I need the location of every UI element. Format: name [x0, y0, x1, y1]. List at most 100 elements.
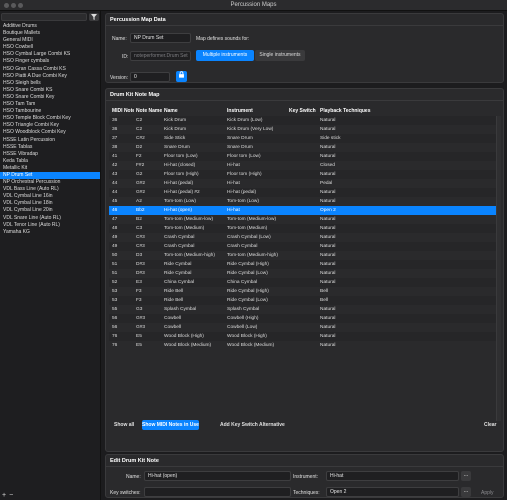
col-name[interactable]: Name [162, 107, 225, 116]
table-scrollbar[interactable] [496, 116, 501, 421]
list-item[interactable]: VDL Snare Line (Auto RL) [0, 215, 100, 222]
list-item[interactable]: VDL Tenor Line (Auto RL) [0, 222, 100, 229]
cell-note-name: E5 [136, 343, 142, 348]
table-row[interactable]: 51 D#3 Ride Cymbal Ride Cymbal (High) Natura… [109, 260, 499, 269]
key-switches-field[interactable] [144, 487, 291, 497]
single-instruments-button[interactable]: Single instruments [255, 50, 305, 61]
multiple-instruments-button[interactable]: Multiple instruments [196, 50, 254, 61]
techniques-field[interactable]: Open 2 [326, 487, 459, 497]
table-row[interactable]: 44 G#2 Hi-hat (pedal) Hi-hat Pedal [109, 179, 499, 188]
list-item[interactable]: HSO Triangle Combi Key [0, 122, 100, 129]
plus-icon[interactable]: + [2, 492, 6, 499]
list-item[interactable]: VDL Cymbal Line 20in [0, 207, 100, 214]
list-item[interactable]: HSO Snare Combi Key [0, 94, 100, 101]
table-row[interactable]: 55 G3 Splash Cymbal Splash Cymbal Natural [109, 305, 499, 314]
table-row[interactable]: 49 C#3 Crash Cymbal Crash Cymbal (Low) Natur… [109, 233, 499, 242]
list-item[interactable]: HSO Cymbal Large Combi KS [0, 51, 100, 58]
edit-note-header: Edit Drum Kit Note [106, 455, 503, 467]
cell-instrument: Wood Block (Medium) [227, 343, 275, 348]
show-all-button[interactable]: Show all [114, 422, 134, 428]
minus-icon[interactable]: − [9, 492, 13, 499]
list-item[interactable]: NP Orchestral Percussion [0, 179, 100, 186]
lock-icon[interactable] [176, 71, 187, 82]
table-row[interactable]: 53 F3 Ride Bell Ride Cymbal (High) Bell [109, 287, 499, 296]
table-row[interactable]: 45 A2 Tom-tom (Low) Tom-tom (Low) Natural [109, 197, 499, 206]
table-row[interactable]: 52 E3 China Cymbal China Cymbal Natural [109, 278, 499, 287]
list-item[interactable]: General MIDI [0, 37, 100, 44]
table-row[interactable]: 47 B2 Tom-tom (Medium-low) Tom-tom (Medium-… [109, 215, 499, 224]
cell-note-name: B2 [136, 217, 142, 222]
filter-icon[interactable] [89, 13, 99, 21]
techniques-browse-button[interactable]: ... [461, 487, 471, 497]
list-item[interactable]: HSSE Tablas [0, 144, 100, 151]
table-row[interactable]: 36 C2 Kick Drum Kick Drum (Low) Natural [109, 116, 499, 125]
list-item[interactable]: HSO Tam Tam [0, 101, 100, 108]
cell-note-name: Bb2 [136, 208, 145, 213]
table-row[interactable]: 37 C#2 Side Stick Snare Drum Side stick [109, 134, 499, 143]
cell-instrument: Hi-hat [227, 181, 240, 186]
list-item[interactable]: Keda Tabla [0, 158, 100, 165]
list-item[interactable]: Additive Drums [0, 23, 100, 30]
table-row[interactable]: 42 F#2 Hi-hat (closed) Hi-hat Closed [109, 161, 499, 170]
cell-instrument: Hi-hat [227, 208, 240, 213]
search-input[interactable] [1, 13, 87, 21]
table-row[interactable]: 50 D3 Tom-tom (Medium-high) Tom-tom (Medium… [109, 251, 499, 260]
list-item[interactable]: HSO Temple Block Combi Key [0, 115, 100, 122]
list-item[interactable]: HSO Tambourine [0, 108, 100, 115]
name-field[interactable]: NP Drum Set [130, 33, 191, 43]
cell-midi-note: 56 [112, 325, 118, 330]
table-row[interactable]: 46 Bb2 Hi-hat (open) Hi-hat Open 2 [109, 206, 499, 215]
cell-playback-technique: Natural [320, 145, 336, 150]
col-note-name[interactable]: Note Name [134, 107, 162, 116]
list-item[interactable]: HSO Cowbell [0, 44, 100, 51]
table-row[interactable]: 56 G#3 Cowbell Cowbell (Low) Natural [109, 323, 499, 332]
col-midi-note[interactable]: MIDI Note [109, 107, 134, 116]
cell-key-switch [287, 278, 318, 287]
cell-key-switch [287, 143, 318, 152]
table-row[interactable]: 51 D#3 Ride Cymbal Ride Cymbal (Low) Natural [109, 269, 499, 278]
cell-name: Ride Bell [164, 298, 184, 303]
list-item[interactable]: HSO Piatti A Due Combi Key [0, 73, 100, 80]
list-item[interactable]: HSO Finger cymbals [0, 58, 100, 65]
id-field[interactable]: noteperformer.Drum Set [130, 51, 191, 61]
list-item[interactable]: HSO Sleigh bells [0, 80, 100, 87]
table-row[interactable]: 38 D2 Snare Drum Snare Drum Natural [109, 143, 499, 152]
version-field[interactable]: 0 [130, 72, 170, 82]
table-row[interactable]: 49 C#3 Crash Cymbal Crash Cymbal Natural [109, 242, 499, 251]
list-item[interactable]: Metallic Kit [0, 165, 100, 172]
table-row[interactable]: 43 G2 Floor tom (High) Floor tom (High) Natu… [109, 170, 499, 179]
instrument-browse-button[interactable]: ... [461, 471, 471, 481]
table-row[interactable]: 76 E5 Wood Block (Medium) Wood Block (Mediu… [109, 341, 499, 350]
list-item[interactable]: HSSE Vibradap [0, 151, 100, 158]
edit-name-field[interactable]: Hi-hat (open) [144, 471, 291, 481]
list-item[interactable]: VDL Cymbal Line 18in [0, 200, 100, 207]
col-instrument[interactable]: Instrument [225, 107, 287, 116]
list-item[interactable]: VDL Cymbal Line 16in [0, 193, 100, 200]
table-row[interactable]: 76 E5 Wood Block (High) Wood Block (High) Na… [109, 332, 499, 341]
table-row[interactable]: 48 C3 Tom-tom (Medium) Tom-tom (Medium) Natu… [109, 224, 499, 233]
apply-button[interactable]: Apply [481, 490, 494, 496]
list-item[interactable]: HSSE Latin Percussion [0, 137, 100, 144]
table-row[interactable]: 53 F3 Ride Bell Ride Cymbal (Low) Bell [109, 296, 499, 305]
list-item[interactable]: HSO Snare Combi KS [0, 87, 100, 94]
table-row[interactable]: 44 G#2 Hi-hat (pedal) #2 Hi-hat (pedal) Natu… [109, 188, 499, 197]
cell-key-switch [287, 341, 318, 350]
col-playback-techniques[interactable]: Playback Techniques [318, 107, 388, 116]
list-item[interactable]: Boutique Mallets [0, 30, 100, 37]
clear-button[interactable]: Clear [484, 422, 497, 428]
cell-playback-technique: Natural [320, 307, 336, 312]
table-row[interactable]: 36 C2 Kick Drum Kick Drum (Very Low) Natural [109, 125, 499, 134]
list-item[interactable]: VDL Bass Line (Auto RL) [0, 186, 100, 193]
table-row[interactable]: 41 F2 Floor tom (Low) Floor tom (Low) Natura… [109, 152, 499, 161]
list-item[interactable]: HSO Gran Cassa Combi KS [0, 66, 100, 73]
list-item[interactable]: Yamaha KG [0, 229, 100, 236]
table-row[interactable]: 56 G#3 Cowbell Cowbell (High) Natural [109, 314, 499, 323]
cell-midi-note: 55 [112, 307, 118, 312]
list-item[interactable]: HSO Woodblock Combi Key [0, 129, 100, 136]
col-key-switch[interactable]: Key Switch [287, 107, 318, 116]
list-item[interactable]: NP Drum Set [0, 171, 100, 180]
add-key-switch-button[interactable]: Add Key Switch Alternative [220, 422, 285, 428]
show-midi-notes-button[interactable]: Show MIDI Notes in Use [142, 420, 199, 430]
edit-instrument-field[interactable]: Hi-hat [326, 471, 459, 481]
cell-playback-technique: Bell [320, 298, 328, 303]
